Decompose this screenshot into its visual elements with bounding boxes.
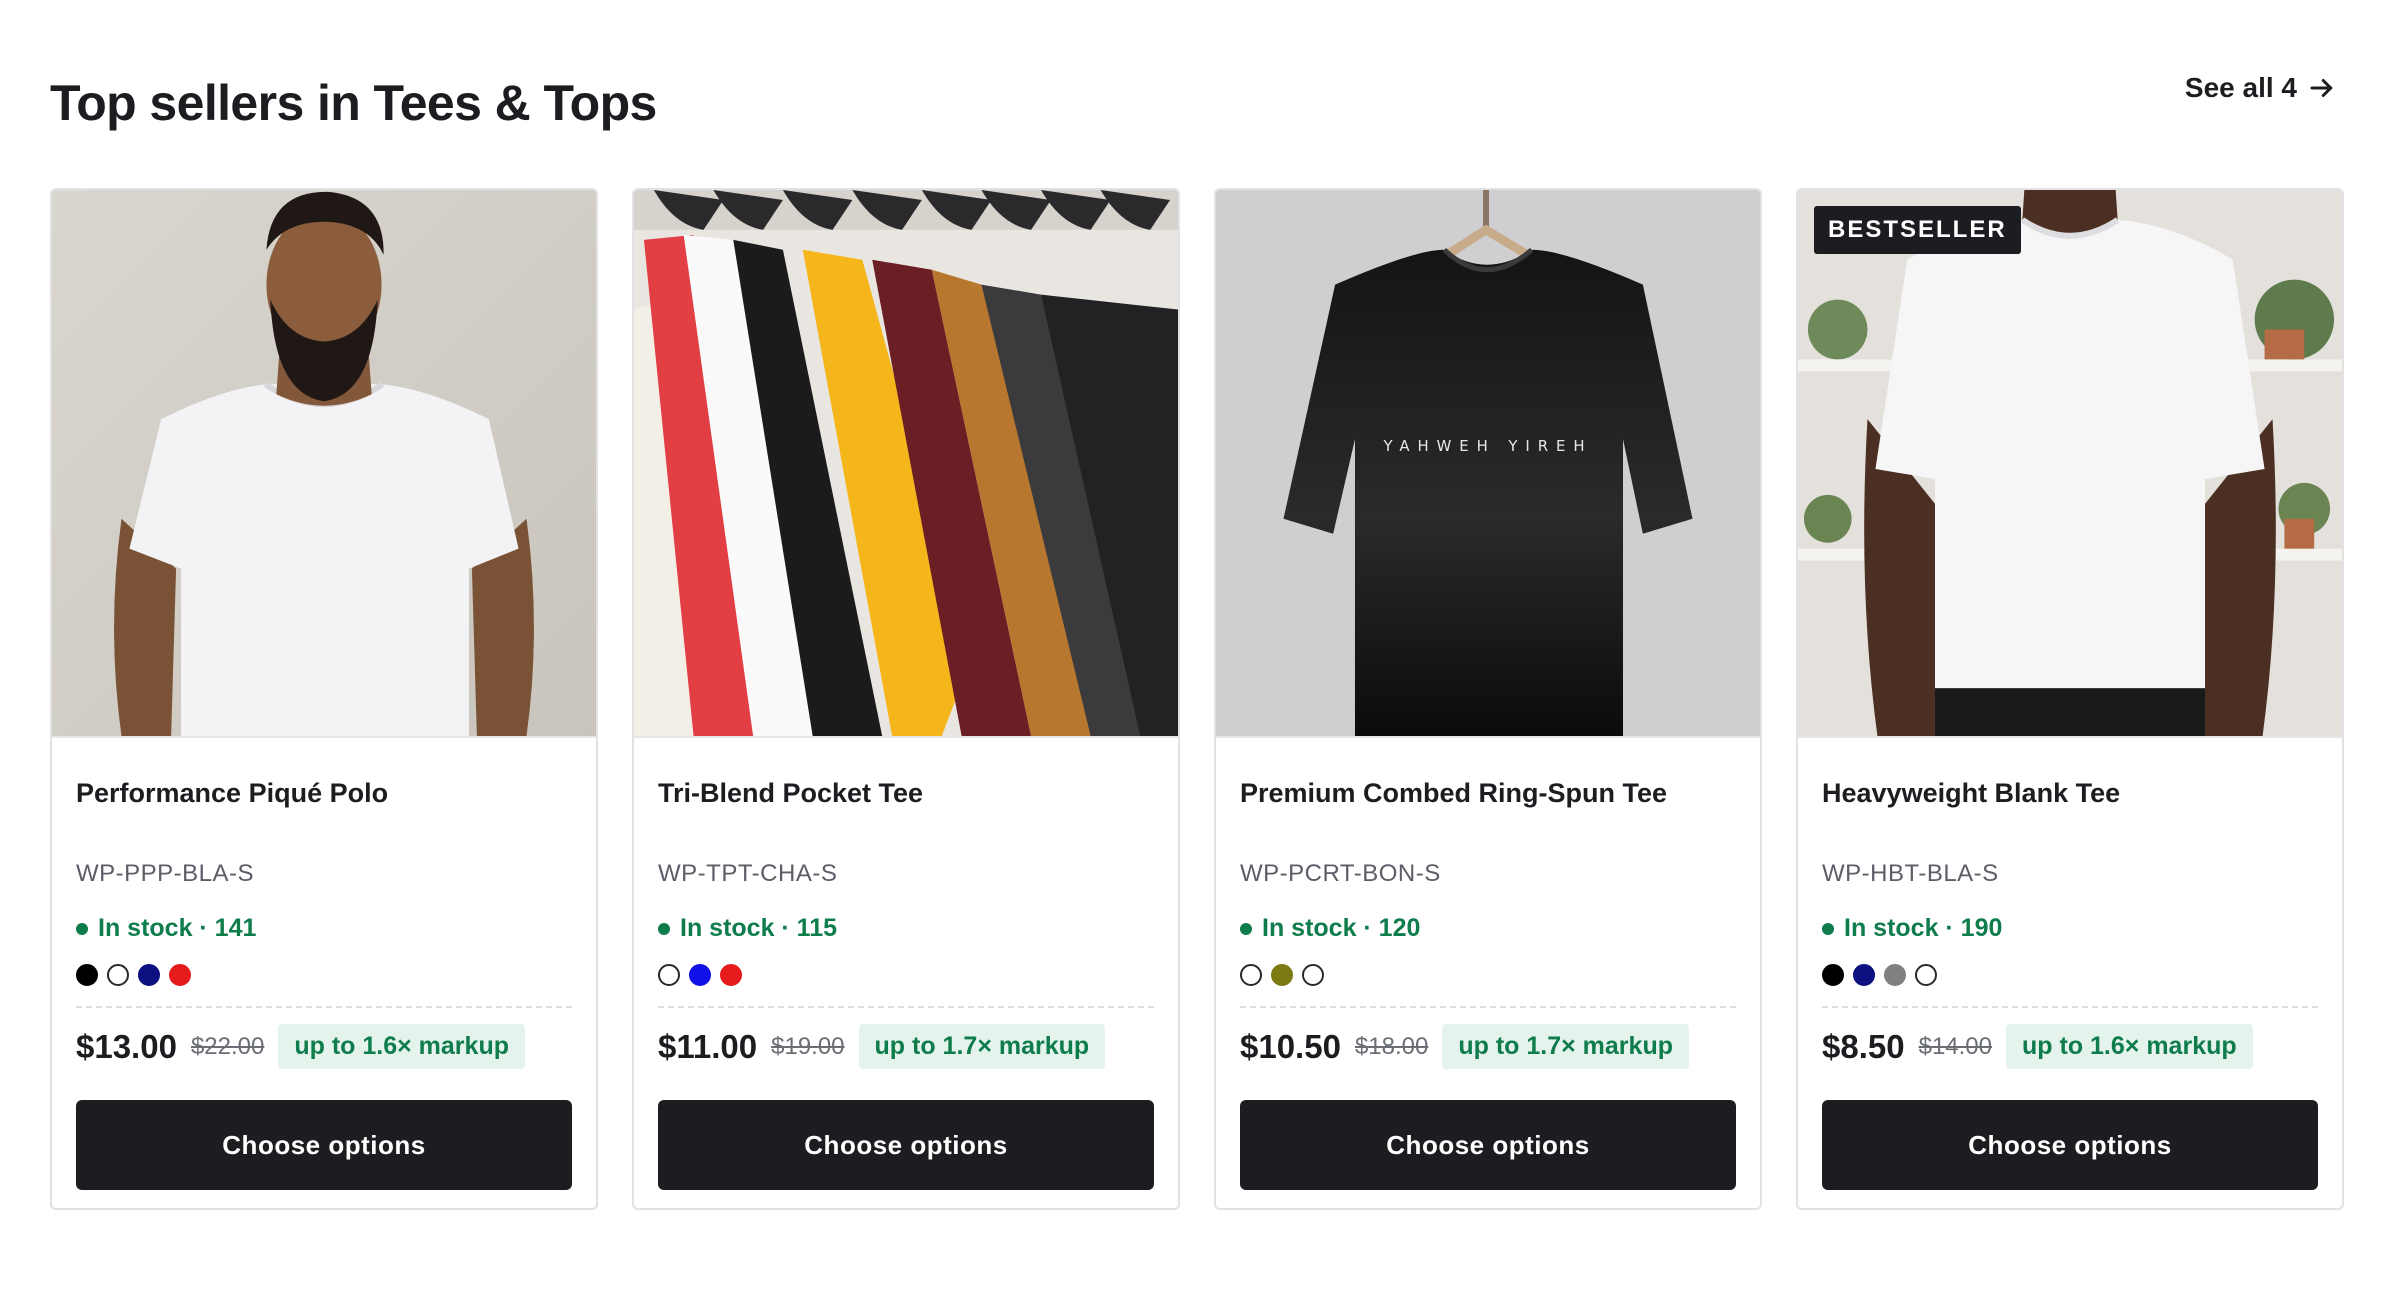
price: $11.00 xyxy=(658,1027,758,1065)
markup-badge: up to 1.7× markup xyxy=(1442,1024,1689,1069)
model-white-tee-photo xyxy=(1798,190,2342,736)
choose-options-button[interactable]: Choose options xyxy=(1240,1100,1736,1190)
compare-price: $19.00 xyxy=(771,1032,845,1060)
stock-label: In stock · 190 xyxy=(1844,914,2003,942)
color-swatch[interactable] xyxy=(658,964,680,986)
color-swatch[interactable] xyxy=(720,964,742,986)
color-swatch[interactable] xyxy=(1884,964,1906,986)
product-card[interactable]: Performance Piqué Polo WP-PPP-BLA-S In s… xyxy=(50,188,598,1210)
compare-price: $18.00 xyxy=(1354,1032,1429,1060)
color-swatches xyxy=(76,964,191,986)
product-name[interactable]: Premium Combed Ring-Spun Tee xyxy=(1240,778,1667,809)
product-sku: WP-TPT-CHA-S xyxy=(658,860,838,887)
black-tee-on-hanger-photo: YAHWEH YIREH xyxy=(1216,190,1760,736)
color-swatches xyxy=(1240,964,1324,986)
choose-options-button[interactable]: Choose options xyxy=(76,1100,572,1190)
product-sku: WP-PCRT-BON-S xyxy=(1240,860,1441,887)
markup-badge: up to 1.6× markup xyxy=(278,1024,525,1069)
divider xyxy=(76,1006,572,1008)
product-card[interactable]: Tri-Blend Pocket Tee WP-TPT-CHA-S In sto… xyxy=(632,188,1180,1210)
stock-label: In stock · 141 xyxy=(98,914,257,942)
compare-price: $14.00 xyxy=(1918,1032,1992,1060)
color-swatch[interactable] xyxy=(1915,964,1937,986)
divider xyxy=(1240,1006,1736,1008)
man-in-white-tee-photo xyxy=(52,190,596,736)
color-swatch[interactable] xyxy=(107,964,129,986)
product-name[interactable]: Performance Piqué Polo xyxy=(76,778,388,809)
product-image[interactable] xyxy=(52,190,596,738)
price: $13.00 xyxy=(76,1027,177,1065)
see-all-label: See all 4 xyxy=(2184,72,2297,103)
stock-status: In stock · 141 xyxy=(76,914,256,943)
markup-badge: up to 1.7× markup xyxy=(858,1024,1106,1069)
divider xyxy=(658,1006,1154,1008)
color-swatch[interactable] xyxy=(689,964,711,986)
color-swatch[interactable] xyxy=(1853,964,1875,986)
see-all-link[interactable]: See all 4 xyxy=(2185,72,2337,104)
stock-label: In stock · 115 xyxy=(680,914,838,942)
color-swatch[interactable] xyxy=(1271,964,1293,986)
product-name[interactable]: Tri-Blend Pocket Tee xyxy=(658,778,923,809)
price-row: $8.50 $14.00 up to 1.6× markup xyxy=(1822,1024,2253,1069)
product-card[interactable]: YAHWEH YIREH Premium Combed Ring-Spun Te… xyxy=(1214,188,1762,1210)
price: $10.50 xyxy=(1240,1027,1341,1065)
stock-label: In stock · 120 xyxy=(1262,914,1421,942)
product-image[interactable] xyxy=(634,190,1178,738)
choose-options-button[interactable]: Choose options xyxy=(658,1100,1154,1190)
product-sku: WP-PPP-BLA-S xyxy=(76,860,255,887)
color-swatch[interactable] xyxy=(1822,964,1844,986)
color-swatch[interactable] xyxy=(1302,964,1324,986)
color-swatches xyxy=(1822,964,1937,986)
stock-dot-icon xyxy=(1240,922,1252,935)
arrow-right-icon xyxy=(2310,79,2333,97)
divider xyxy=(1822,1006,2318,1008)
color-swatch[interactable] xyxy=(1240,964,1262,986)
top-sellers-section: Top sellers in Tees & Tops See all 4 Per… xyxy=(0,0,2400,1294)
stock-status: In stock · 120 xyxy=(1240,914,1420,943)
price-row: $13.00 $22.00 up to 1.6× markup xyxy=(76,1024,525,1069)
product-name[interactable]: Heavyweight Blank Tee xyxy=(1822,778,2120,809)
price-row: $11.00 $19.00 up to 1.7× markup xyxy=(658,1024,1106,1069)
tee-print-text: YAHWEH YIREH xyxy=(1382,437,1592,455)
choose-options-button[interactable]: Choose options xyxy=(1822,1100,2318,1190)
color-swatches xyxy=(658,964,742,986)
stock-dot-icon xyxy=(1822,922,1834,935)
color-swatch[interactable] xyxy=(138,964,160,986)
color-swatch[interactable] xyxy=(169,964,191,986)
product-grid: Performance Piqué Polo WP-PPP-BLA-S In s… xyxy=(50,188,2350,1210)
product-sku: WP-HBT-BLA-S xyxy=(1822,860,1999,887)
bestseller-badge: BESTSELLER xyxy=(1814,206,2021,254)
color-swatch[interactable] xyxy=(76,964,98,986)
product-image[interactable]: BESTSELLER xyxy=(1798,190,2342,738)
stock-dot-icon xyxy=(76,922,88,935)
stock-status: In stock · 190 xyxy=(1822,914,2002,943)
markup-badge: up to 1.6× markup xyxy=(2006,1024,2253,1069)
product-image[interactable]: YAHWEH YIREH xyxy=(1216,190,1760,738)
product-card[interactable]: BESTSELLER Heavyweight Blank Tee WP-HBT-… xyxy=(1796,188,2344,1210)
tees-on-rack-photo xyxy=(634,190,1178,736)
stock-dot-icon xyxy=(658,922,670,935)
price-row: $10.50 $18.00 up to 1.7× markup xyxy=(1240,1024,1689,1069)
compare-price: $22.00 xyxy=(190,1032,265,1060)
section-title: Top sellers in Tees & Tops xyxy=(50,75,657,131)
stock-status: In stock · 115 xyxy=(658,914,837,943)
price: $8.50 xyxy=(1822,1027,1905,1065)
